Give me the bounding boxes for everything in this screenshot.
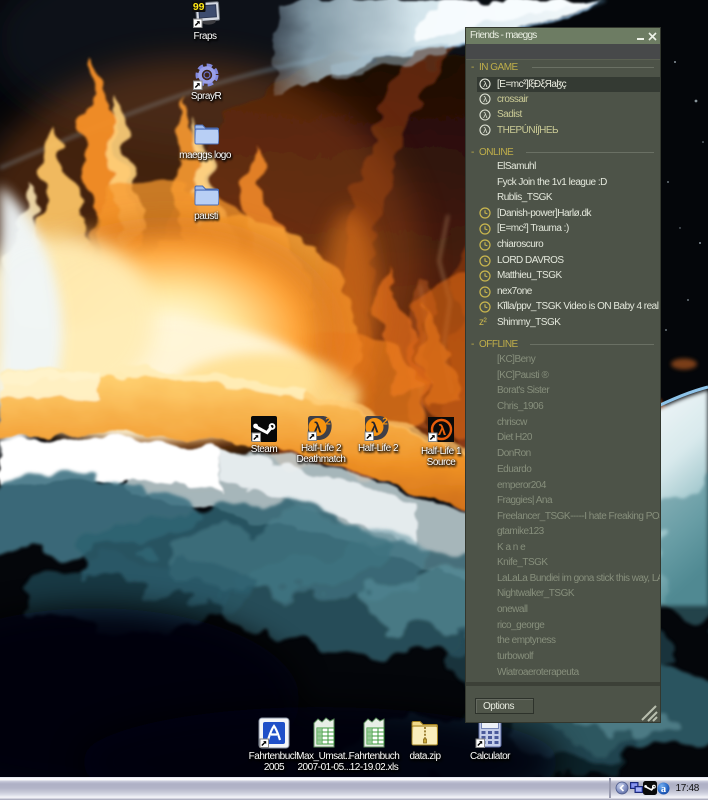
svg-text:λ: λ (438, 422, 447, 439)
svg-text:99: 99 (193, 1, 205, 13)
svg-text:λ: λ (483, 110, 488, 120)
svg-text:a: a (661, 784, 667, 795)
svg-text:λ: λ (483, 125, 488, 135)
svg-text:λ: λ (483, 94, 488, 104)
svg-text:2: 2 (382, 417, 388, 428)
svg-text:2: 2 (325, 417, 331, 428)
svg-text:λ: λ (483, 79, 488, 89)
